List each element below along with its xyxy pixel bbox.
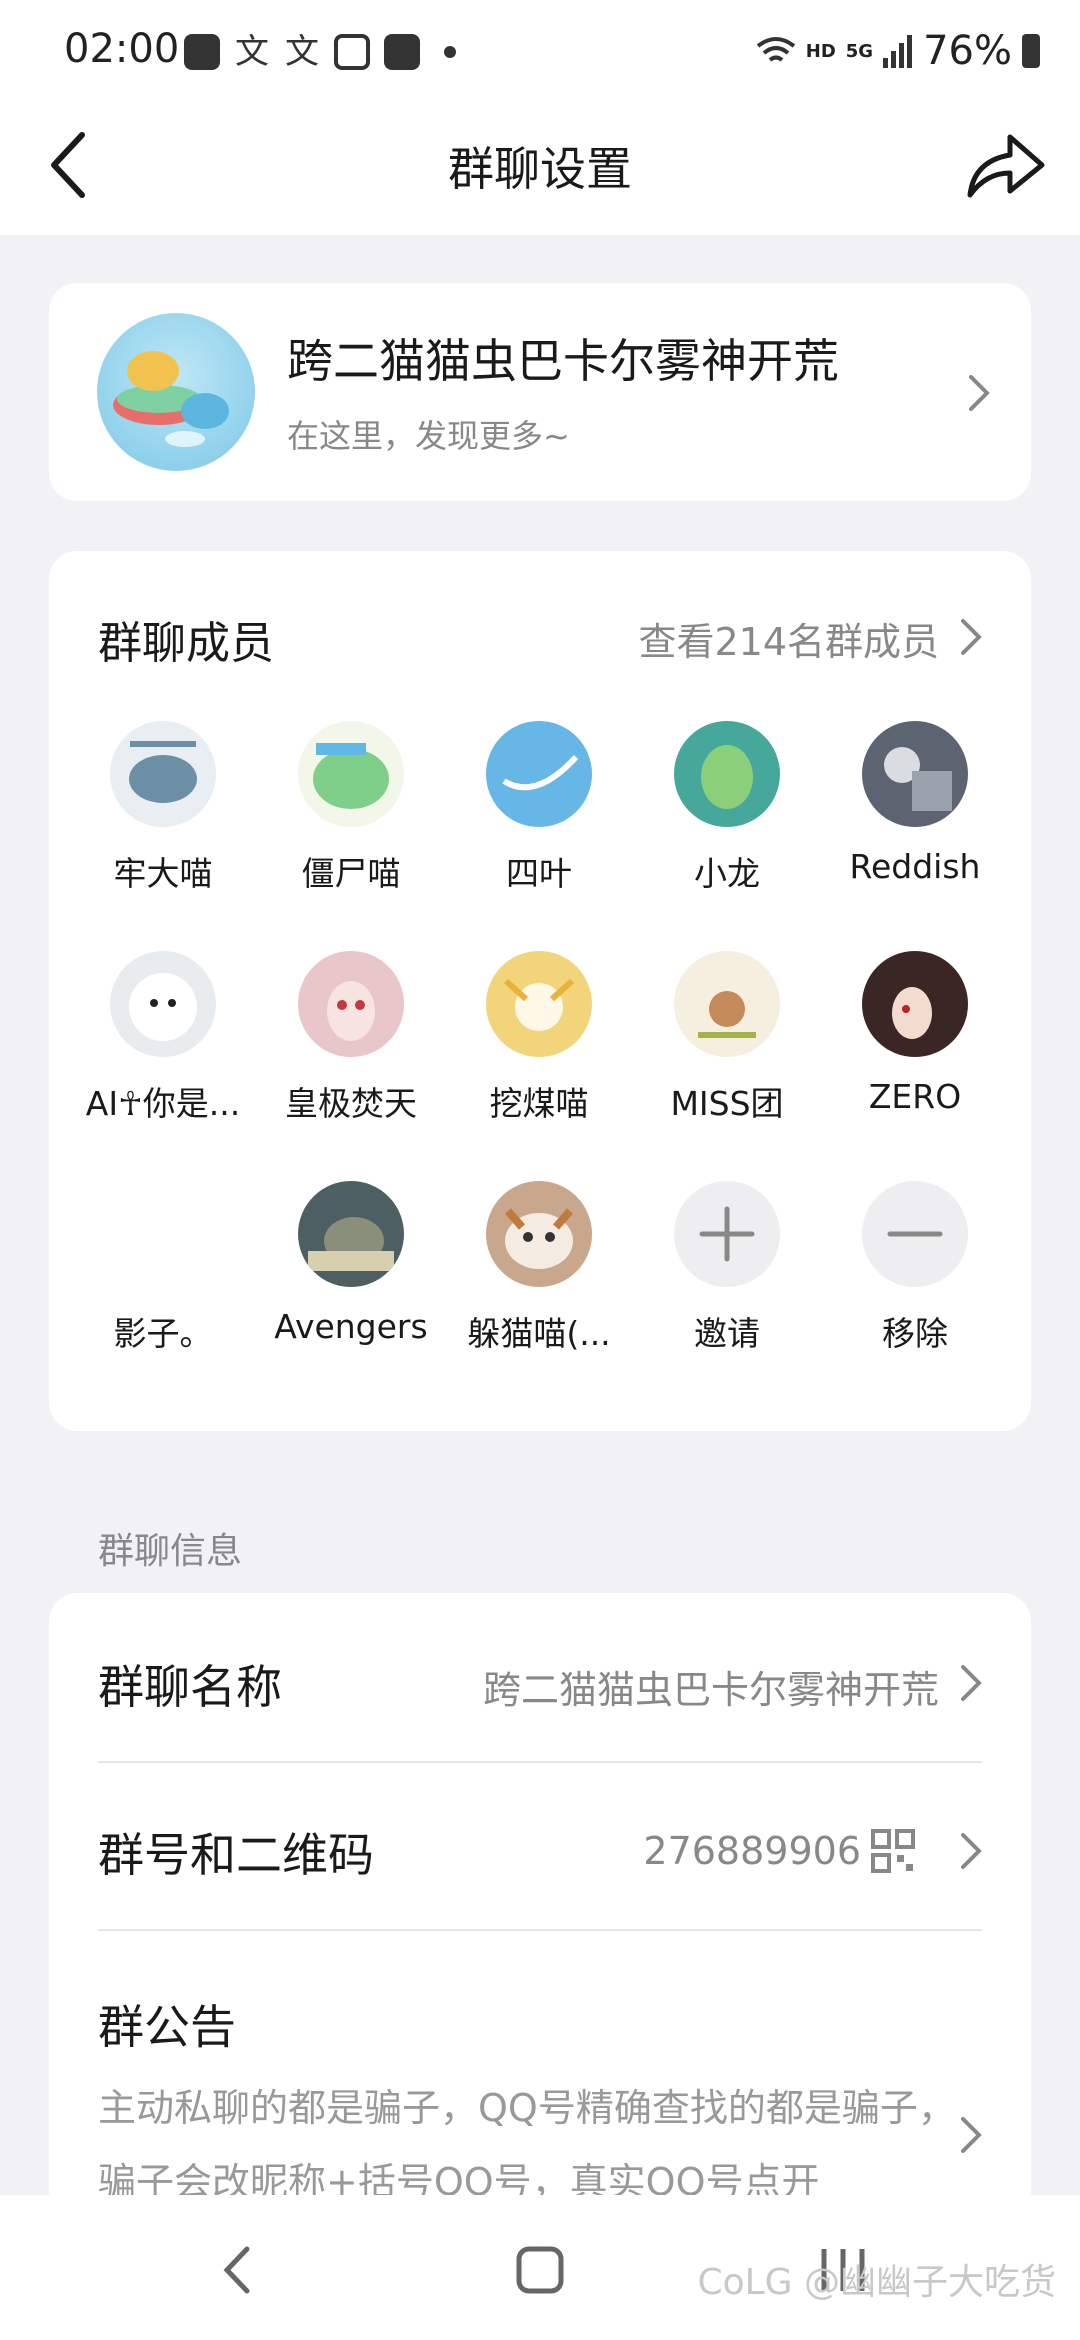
status-bar: 02:00 文 文 HD 5G 76% [0,0,1080,105]
member-avatar [486,951,592,1057]
battery-icon [1022,34,1040,68]
member-avatar [862,951,968,1057]
group-avatar [97,313,255,471]
member-item[interactable]: 小龙 [633,721,821,895]
member-avatar [110,951,216,1057]
member-name: 僵尸喵 [301,854,401,893]
member-item[interactable]: 四叶 [445,721,633,895]
member-item[interactable]: 影子。 [69,1181,257,1355]
status-time: 02:00 [64,26,180,72]
member-avatar [110,721,216,827]
member-item[interactable]: 僵尸喵 [257,721,445,895]
group-name: 跨二猫猫虫巴卡尔雾神开荒 [287,334,839,388]
member-name: 挖煤喵 [489,1084,589,1123]
app-icon: 文 [235,32,269,72]
member-item[interactable]: 躲猫喵(... [445,1181,633,1355]
member-avatar [486,1181,592,1287]
group-name-label: 群聊名称 [98,1660,282,1714]
member-item[interactable]: AI☥你是... [69,951,257,1125]
group-profile-card[interactable]: 跨二猫猫虫巴卡尔雾神开荒 在这里，发现更多~ [49,283,1031,501]
member-item[interactable]: 牢大喵 [69,721,257,895]
member-name: 影子。 [113,1314,213,1353]
group-name-value: 跨二猫猫虫巴卡尔雾神开荒 [482,1668,939,1712]
minus-icon [862,1181,968,1287]
group-number-value: 276889906 [643,1829,861,1873]
group-subtitle: 在这里，发现更多~ [287,417,570,455]
members-card: 群聊成员 查看214名群成员 牢大喵 僵尸喵 四叶 小龙 Reddish AI☥… [49,551,1031,1431]
battery-percent: 76% [923,28,1012,74]
member-name: Reddish [849,847,981,886]
member-item[interactable]: Avengers [257,1181,445,1346]
member-name: 牢大喵 [113,854,213,893]
group-name-row[interactable]: 群聊名称 跨二猫猫虫巴卡尔雾神开荒 [49,1593,1031,1763]
member-item[interactable]: 挖煤喵 [445,951,633,1125]
members-title: 群聊成员 [98,618,274,669]
chevron-right-icon [961,2117,982,2153]
invite-member-button[interactable]: 邀请 [633,1181,821,1355]
member-avatar [486,721,592,827]
page-title: 群聊设置 [448,142,632,196]
system-navigation-bar: CoLG @幽幽子大吃货 [0,2195,1080,2340]
group-notice-label: 群公告 [98,2000,236,2054]
group-number-label: 群号和二维码 [98,1828,374,1882]
remove-member-button[interactable]: 移除 [821,1181,1009,1355]
notification-icons: 文 文 [184,34,456,70]
invite-label: 邀请 [694,1314,760,1353]
plus-icon [674,1181,780,1287]
member-name: Avengers [274,1307,428,1346]
watermark: CoLG @幽幽子大吃货 [697,2262,1056,2303]
dot-icon [444,46,456,58]
member-item[interactable]: MISS团 [633,951,821,1125]
chevron-right-icon [961,1833,982,1869]
group-info-card: 群聊名称 跨二猫猫虫巴卡尔雾神开荒 群号和二维码 276889906 群公告 主… [49,1593,1031,2273]
signal-icon [883,35,913,68]
bilibili-icon [334,34,370,70]
member-name: MISS团 [670,1084,784,1123]
top-nav-bar: 群聊设置 [0,105,1080,235]
chevron-right-icon[interactable] [951,617,991,657]
app-icon: 文 [285,32,319,72]
system-home-icon[interactable] [505,2235,575,2305]
member-avatar [674,951,780,1057]
member-avatar [298,1181,404,1287]
todo-icon [184,34,220,70]
member-item[interactable]: 皇极焚天 [257,951,445,1125]
chevron-right-icon [969,375,990,411]
chevron-right-icon [961,1665,982,1701]
member-item[interactable]: ZERO [821,951,1009,1116]
share-arrow-icon[interactable] [960,125,1050,205]
check-icon [384,34,420,70]
system-status: HD 5G 76% [756,28,1040,74]
member-name: 四叶 [506,854,572,893]
wifi-icon [756,37,795,62]
system-back-icon[interactable] [205,2235,275,2305]
member-avatar [298,951,404,1057]
view-all-members-link[interactable]: 查看214名群成员 [638,611,939,666]
qr-code-icon [871,1829,915,1873]
member-name: 皇极焚天 [285,1084,417,1123]
member-avatar [298,721,404,827]
network-label: 5G [845,40,874,62]
member-name: AI☥你是... [85,1084,241,1123]
member-name: ZERO [868,1077,962,1116]
member-avatar [110,1181,216,1287]
hd-label: HD [805,40,836,62]
member-avatar [674,721,780,827]
group-info-section-label: 群聊信息 [98,1531,243,1572]
group-number-qr-row[interactable]: 群号和二维码 276889906 [49,1763,1031,1931]
remove-label: 移除 [882,1314,948,1353]
member-name: 小龙 [694,854,760,893]
member-name: 躲猫喵(... [467,1314,611,1353]
member-item[interactable]: Reddish [821,721,1009,886]
member-avatar [862,721,968,827]
